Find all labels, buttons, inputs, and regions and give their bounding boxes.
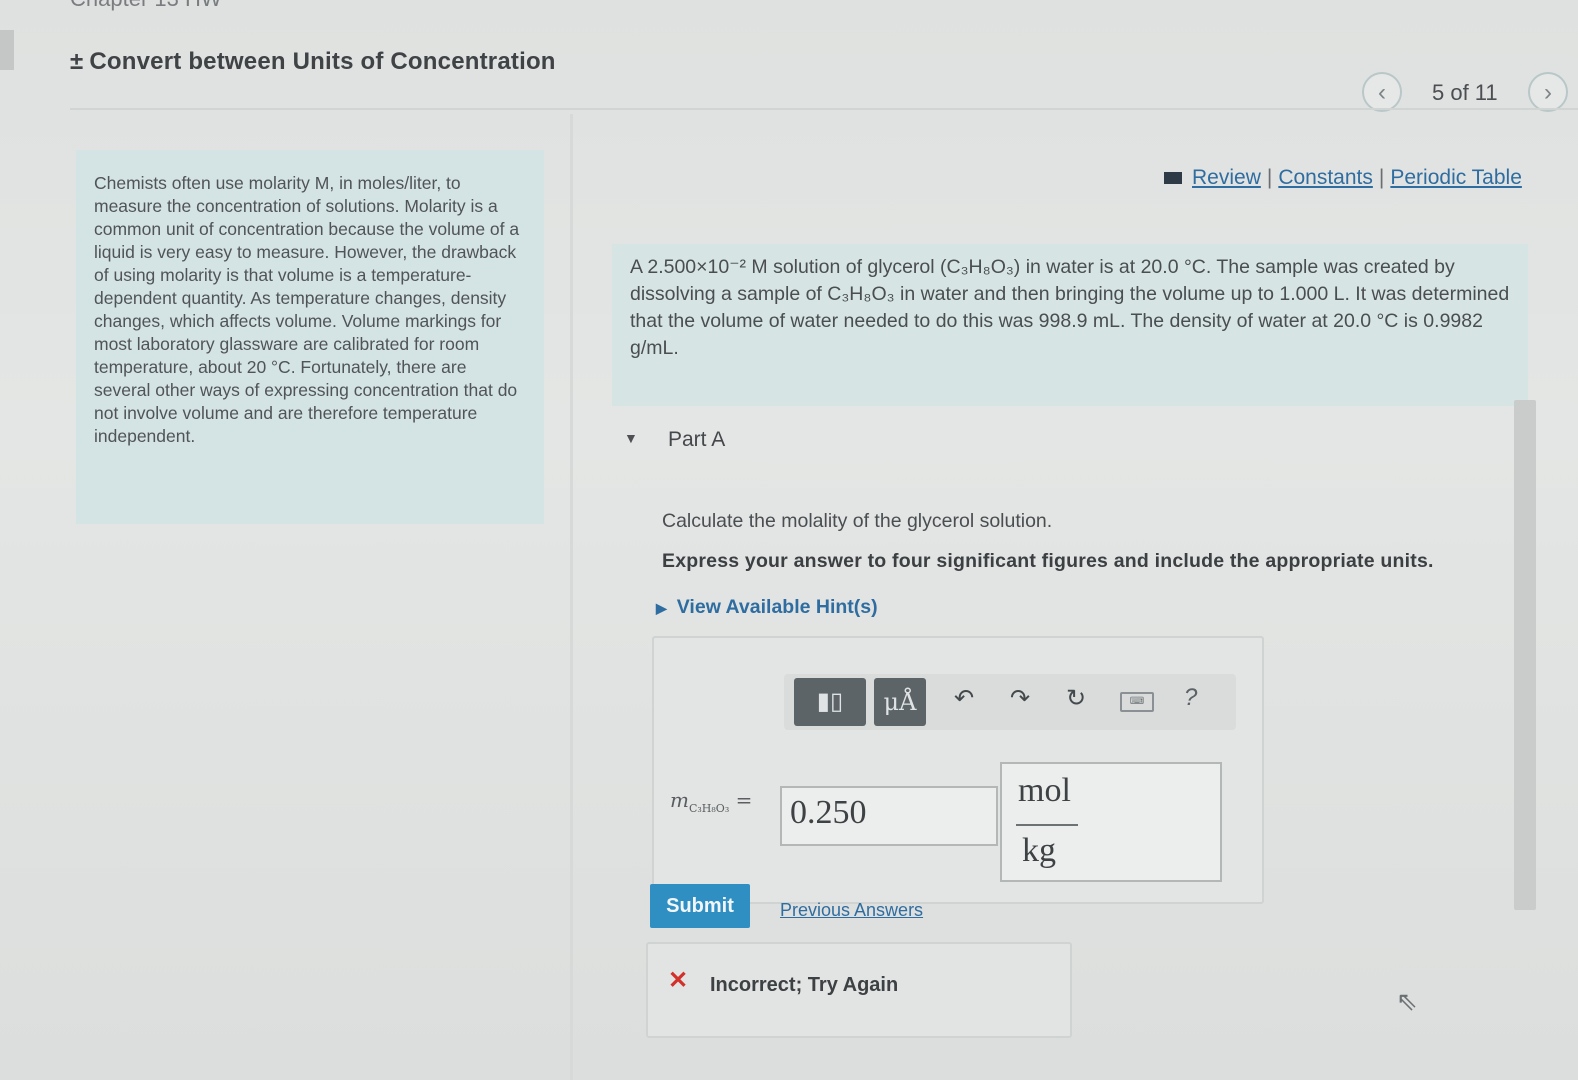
separator: | [1266, 166, 1273, 189]
variable-label: mC₃H₈O₃ = [670, 788, 752, 815]
resource-links: Review | Constants | Periodic Table [1164, 166, 1522, 190]
redo-icon[interactable]: ↷ [1010, 684, 1030, 713]
answer-value-input[interactable]: 0.250 [780, 786, 998, 846]
reset-icon[interactable]: ↻ [1066, 684, 1086, 713]
feedback-box: ✕ Incorrect; Try Again [646, 942, 1072, 1038]
units-button[interactable]: μÅ [874, 678, 926, 726]
problem-panel: A 2.500×10⁻² M solution of glycerol (C₃H… [612, 244, 1528, 406]
column-divider [570, 114, 573, 1080]
plus-minus-icon: ± [70, 48, 84, 75]
feedback-text: Incorrect; Try Again [710, 974, 899, 996]
separator: | [1378, 166, 1385, 189]
constants-link[interactable]: Constants [1278, 166, 1373, 189]
instruction-text: Express your answer to four significant … [662, 550, 1434, 572]
page: Chapter 13 HW ±Convert between Units of … [0, 0, 1578, 1080]
book-icon [1164, 172, 1182, 185]
view-hints-link[interactable]: ▶ View Available Hint(s) [656, 596, 878, 619]
periodic-table-link[interactable]: Periodic Table [1390, 166, 1522, 189]
mouse-cursor-icon: ⇖ [1396, 986, 1418, 1016]
variable-symbol: m [670, 788, 689, 812]
left-edge-strip [0, 30, 14, 70]
math-toolbar: ▮▯ μÅ ↶ ↷ ↻ ⌨ ? [784, 674, 1236, 730]
answer-unit-input[interactable]: mol kg [1000, 762, 1222, 882]
templates-icon[interactable]: ▮▯ [794, 678, 866, 726]
question-text: Calculate the molality of the glycerol s… [662, 510, 1053, 532]
undo-icon[interactable]: ↶ [954, 684, 974, 713]
scrollbar[interactable] [1514, 400, 1536, 910]
unit-numerator: mol [1018, 772, 1071, 809]
view-hints-label: View Available Hint(s) [676, 596, 878, 618]
intro-panel: Chemists often use molarity M, in moles/… [76, 150, 544, 524]
equals-sign: = [735, 788, 753, 812]
variable-subscript: C₃H₈O₃ [688, 802, 730, 815]
page-title: ± Convert between Units of Concentration [70, 48, 556, 76]
collapse-triangle-icon[interactable]: ▼ [624, 430, 638, 446]
answer-panel: ▮▯ μÅ ↶ ↷ ↻ ⌨ ? mC₃H₈O₃ = 0.250 mol kg [652, 636, 1264, 904]
problem-text: A 2.500×10⁻² M solution of glycerol (C₃H… [630, 256, 1510, 359]
page-title-text: Convert between Units of Concentration [89, 48, 556, 75]
unit-denominator: kg [1022, 832, 1056, 869]
item-position: 5 of 11 [1432, 80, 1498, 105]
previous-item-button[interactable]: ‹ [1362, 72, 1402, 112]
expand-triangle-icon: ▶ [656, 600, 667, 616]
submit-button[interactable]: Submit [650, 884, 750, 928]
incorrect-x-icon: ✕ [668, 967, 689, 994]
header-divider [70, 108, 1578, 110]
next-item-button[interactable]: › [1528, 72, 1568, 112]
previous-answers-link[interactable]: Previous Answers [780, 900, 923, 921]
part-label[interactable]: Part A [668, 428, 725, 452]
keyboard-icon[interactable]: ⌨ [1120, 692, 1154, 712]
intro-text: Chemists often use molarity M, in moles/… [94, 173, 520, 446]
chapter-link[interactable]: Chapter 13 HW [70, 0, 222, 12]
help-icon[interactable]: ? [1184, 684, 1197, 712]
review-link[interactable]: Review [1192, 166, 1261, 189]
fraction-bar [1016, 824, 1078, 826]
